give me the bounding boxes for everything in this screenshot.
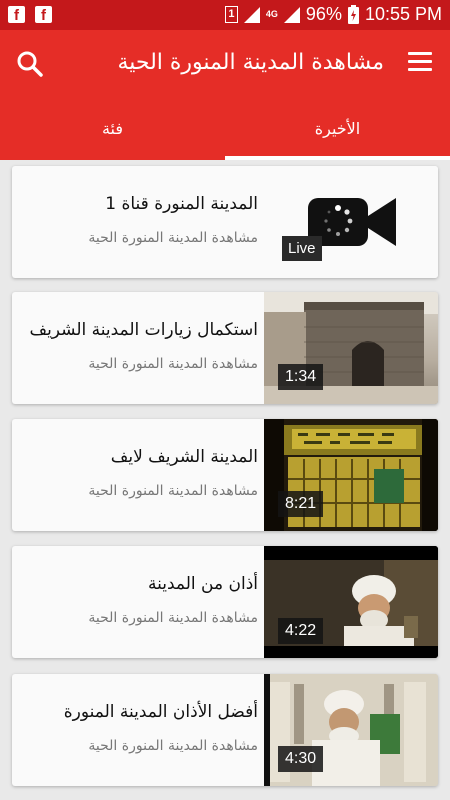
video-thumbnail: 4:22 [264, 546, 438, 658]
sim-icon: 1 [224, 6, 238, 23]
video-card[interactable]: 4:30 أفضل الأذان المدينة المنورة مشاهدة … [12, 674, 438, 786]
battery-percent: 96% [305, 4, 342, 24]
selected-tab-indicator [225, 156, 450, 160]
page-title: مشاهدة المدينة المنورة الحية [117, 50, 384, 75]
live-badge: Live [282, 236, 322, 261]
app-bar: مشاهدة المدينة المنورة الحية الأخيرة فئة [0, 30, 450, 160]
channel-name: مشاهدة المدينة المنورة الحية [88, 738, 258, 754]
notification-icons: f f [8, 6, 52, 24]
channel-name: مشاهدة المدينة المنورة الحية [88, 356, 258, 372]
tab-latest[interactable]: الأخيرة [225, 114, 450, 160]
facebook-notification-icon: f [35, 6, 52, 24]
facebook-notification-icon: f [8, 6, 25, 24]
video-card[interactable]: 1:34 استكمال زيارات المدينة الشريف مشاهد… [12, 292, 438, 404]
duration-badge: 4:22 [278, 618, 324, 644]
channel-name: مشاهدة المدينة المنورة الحية [88, 483, 258, 499]
network-type-label: 4G [265, 9, 278, 19]
tab-bar: الأخيرة فئة [0, 114, 450, 160]
video-thumbnail: 8:21 [264, 419, 438, 531]
clock: 10:55 PM [364, 4, 442, 24]
video-title: المدينة الشريف لايف [110, 447, 258, 467]
video-title: المدينة المنورة قناة 1 [105, 194, 258, 214]
battery-charging-icon [347, 5, 359, 24]
video-card[interactable]: 8:21 المدينة الشريف لايف مشاهدة المدينة … [12, 419, 438, 531]
channel-name: مشاهدة المدينة المنورة الحية [88, 230, 258, 246]
video-thumbnail: Live [264, 166, 438, 278]
duration-badge: 8:21 [278, 491, 324, 517]
video-card[interactable]: 4:22 أذان من المدينة مشاهدة المدينة المن… [12, 546, 438, 658]
duration-badge: 4:30 [278, 746, 324, 772]
video-title: أذان من المدينة [148, 574, 258, 594]
menu-icon[interactable] [408, 52, 432, 72]
signal-icon [283, 6, 300, 23]
video-thumbnail: 4:30 [264, 674, 438, 786]
video-title: أفضل الأذان المدينة المنورة [63, 702, 258, 722]
video-card[interactable]: Live المدينة المنورة قناة 1 مشاهدة المدي… [12, 166, 438, 278]
video-thumbnail: 1:34 [264, 292, 438, 404]
tab-category[interactable]: فئة [0, 114, 225, 160]
signal-icon [243, 6, 260, 23]
status-bar: f f 1 4G 96% 10:55 PM [0, 0, 450, 30]
channel-name: مشاهدة المدينة المنورة الحية [88, 610, 258, 626]
video-title: استكمال زيارات المدينة الشريف [29, 320, 258, 340]
search-icon[interactable] [16, 50, 44, 78]
system-indicators: 1 4G 96% 10:55 PM [224, 4, 442, 25]
duration-badge: 1:34 [278, 364, 324, 390]
